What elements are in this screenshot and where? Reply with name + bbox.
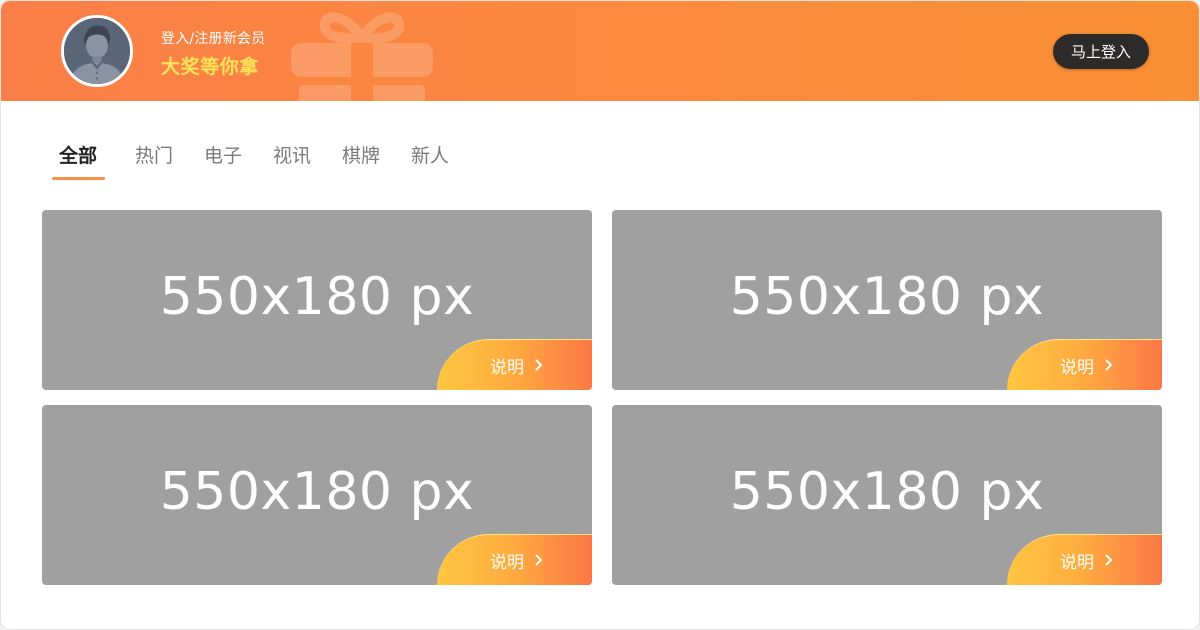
details-button-label: 说明: [1060, 357, 1094, 378]
chevron-right-icon: [1103, 359, 1115, 371]
tab-electronic[interactable]: 电子: [204, 141, 242, 168]
login-register-link[interactable]: 登入/注册新会员: [161, 28, 265, 48]
promo-card[interactable]: 550x180 px 说明: [612, 405, 1162, 585]
active-tab-indicator: [52, 177, 105, 180]
chevron-right-icon: [533, 554, 545, 566]
tab-newcomer[interactable]: 新人: [411, 141, 449, 168]
promo-card[interactable]: 550x180 px 说明: [42, 405, 592, 585]
details-button-label: 说明: [490, 552, 524, 573]
details-button[interactable]: 说明: [437, 339, 592, 390]
promo-text: 大奖等你拿: [161, 56, 260, 78]
tab-cards[interactable]: 棋牌: [342, 141, 380, 168]
login-now-button[interactable]: 马上登入: [1053, 34, 1149, 69]
details-button[interactable]: 说明: [1007, 339, 1162, 390]
category-tabs: 全部 热门 电子 视讯 棋牌 新人: [1, 101, 1199, 187]
tab-hot[interactable]: 热门: [135, 141, 173, 168]
user-avatar-icon[interactable]: [61, 15, 133, 87]
details-button-label: 说明: [1060, 552, 1094, 573]
promo-card[interactable]: 550x180 px 说明: [612, 210, 1162, 390]
chevron-right-icon: [533, 359, 545, 371]
promo-page: 登入/注册新会员 大奖等你拿 马上登入 全部 热门 电子 视讯 棋牌 新人 55…: [0, 0, 1200, 630]
tab-live[interactable]: 视讯: [273, 141, 311, 168]
tab-all[interactable]: 全部: [59, 141, 97, 168]
header-banner: 登入/注册新会员 大奖等你拿 马上登入: [1, 1, 1199, 101]
details-button[interactable]: 说明: [1007, 534, 1162, 585]
gift-icon: [289, 9, 435, 101]
promo-card[interactable]: 550x180 px 说明: [42, 210, 592, 390]
chevron-right-icon: [1103, 554, 1115, 566]
details-button[interactable]: 说明: [437, 534, 592, 585]
details-button-label: 说明: [490, 357, 524, 378]
